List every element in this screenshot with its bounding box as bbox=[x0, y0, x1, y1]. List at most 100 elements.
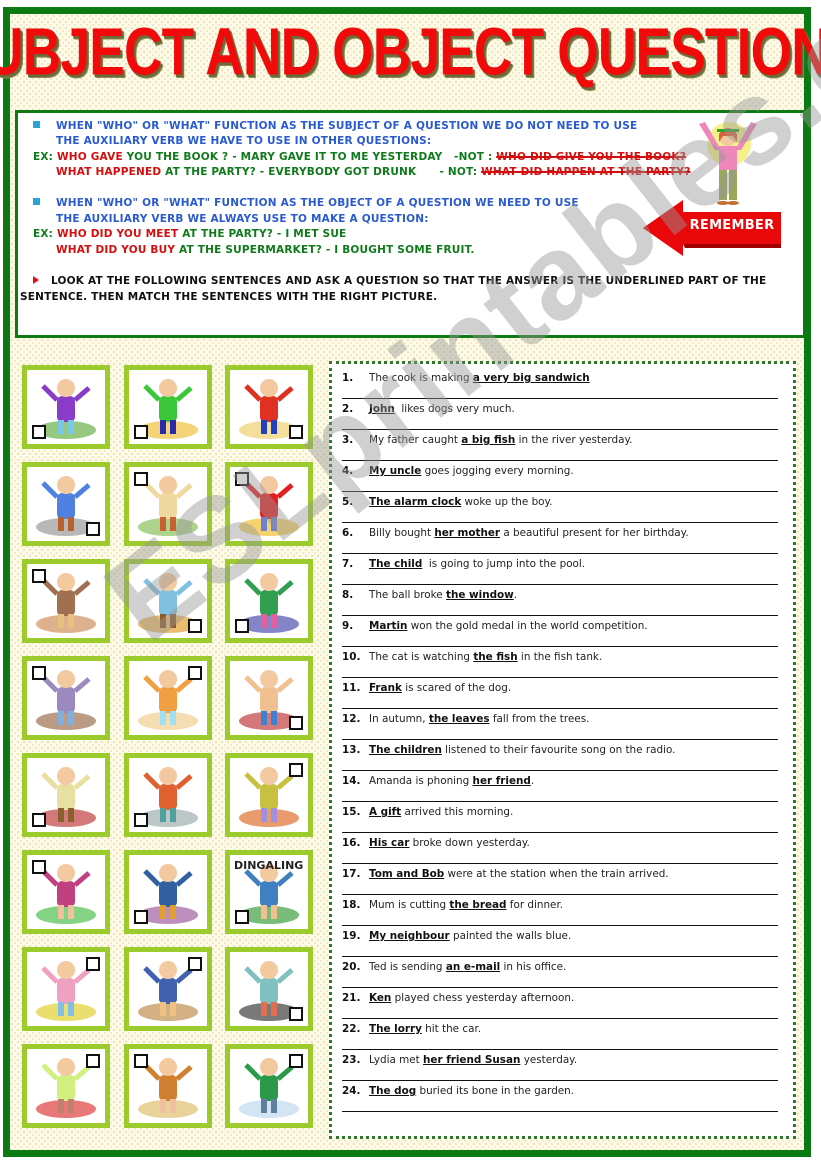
picture-girl-phoning bbox=[22, 1044, 110, 1128]
sentence-number: 23. bbox=[342, 1054, 361, 1066]
picture-cutting-bread bbox=[124, 1044, 212, 1128]
wrong-example: WHAT DID HAPPEN AT THE PARTY? bbox=[481, 166, 691, 178]
sentence-underlined: A gift bbox=[369, 806, 402, 818]
match-checkbox[interactable] bbox=[235, 619, 249, 633]
sentence-number: 1. bbox=[342, 372, 354, 384]
sentence-text: Billy bought her mother a beautiful pres… bbox=[369, 527, 689, 539]
match-checkbox[interactable] bbox=[32, 860, 46, 874]
sentence-item: 17. Tom and Bob were at the station when … bbox=[342, 864, 778, 895]
match-checkbox[interactable] bbox=[289, 763, 303, 777]
picture-dog-buries-bone bbox=[22, 559, 110, 643]
sentence-underlined: a very big sandwich bbox=[472, 372, 590, 384]
sentence-text: The cat is watching the fish in the fish… bbox=[369, 651, 602, 663]
sentence-text: Martin won the gold medal in the world c… bbox=[369, 620, 648, 632]
sentence-text: The alarm clock woke up the boy. bbox=[369, 496, 553, 508]
picture-cat-fish-tank bbox=[124, 656, 212, 740]
match-checkbox[interactable] bbox=[134, 1054, 148, 1068]
sentence-text: Lydia met her friend Susan yesterday. bbox=[369, 1054, 577, 1066]
match-checkbox[interactable] bbox=[289, 425, 303, 439]
example-prefix: EX: bbox=[33, 228, 57, 240]
object-rule-text: WHEN "WHO" OR "WHAT" FUNCTION AS THE OBJ… bbox=[56, 197, 579, 209]
sentence-post: a beautiful present for her birthday. bbox=[500, 527, 689, 539]
example-answer: AT THE SUPERMARKET? - I BOUGHT SOME FRUI… bbox=[175, 244, 475, 256]
subject-rule-line-2: THE AUXILIARY VERB WE HAVE TO USE IN OTH… bbox=[56, 135, 432, 147]
sentence-item: 20. Ted is sending an e-mail in his offic… bbox=[342, 957, 778, 988]
sentence-number: 9. bbox=[342, 620, 354, 632]
object-example-1: EX: WHO DID YOU MEET AT THE PARTY? - I M… bbox=[33, 228, 346, 240]
sentence-text: Ted is sending an e-mail in his office. bbox=[369, 961, 566, 973]
sentence-text: Frank is scared of the dog. bbox=[369, 682, 511, 694]
sentence-post: arrived this morning. bbox=[401, 806, 514, 818]
match-checkbox[interactable] bbox=[134, 425, 148, 439]
sentence-underlined: an e-mail bbox=[445, 961, 501, 973]
sentence-item: 6. Billy bought her mother a beautiful pr… bbox=[342, 523, 778, 554]
sentence-post: goes jogging every morning. bbox=[421, 465, 574, 477]
sentence-pre: Amanda is phoning bbox=[369, 775, 473, 787]
picture-lorry-hits-car bbox=[225, 462, 313, 546]
picture-mother-present bbox=[22, 850, 110, 934]
sentence-underlined: the fish bbox=[473, 651, 518, 663]
svg-text:DINGALING LI: DINGALING LI bbox=[234, 859, 308, 872]
sentence-text: The child is going to jump into the pool… bbox=[369, 558, 585, 570]
match-checkbox[interactable] bbox=[289, 1054, 303, 1068]
match-checkbox[interactable] bbox=[235, 910, 249, 924]
sentence-post: in the fish tank. bbox=[517, 651, 603, 663]
sentence-pre: Lydia met bbox=[369, 1054, 424, 1066]
sentence-text: In autumn, the leaves fall from the tree… bbox=[369, 713, 589, 725]
match-checkbox[interactable] bbox=[188, 619, 202, 633]
sentence-item: 11. Frank is scared of the dog. bbox=[342, 678, 778, 709]
answer-line[interactable] bbox=[342, 1111, 778, 1112]
sentence-number: 20. bbox=[342, 961, 361, 973]
example-question-highlight: WHO DID YOU MEET bbox=[56, 228, 179, 240]
sentence-post: yesterday. bbox=[520, 1054, 578, 1066]
match-checkbox[interactable] bbox=[86, 522, 100, 536]
sentence-number: 8. bbox=[342, 589, 354, 601]
sentence-pre: My father caught bbox=[369, 434, 462, 446]
sentence-underlined: His car bbox=[369, 837, 410, 849]
sentence-text: The dog buried its bone in the garden. bbox=[369, 1085, 574, 1097]
sentence-pre: The ball broke bbox=[369, 589, 447, 601]
match-checkbox[interactable] bbox=[32, 813, 46, 827]
picture-broken-car bbox=[225, 559, 313, 643]
sentence-item: 3. My father caught a big fish in the riv… bbox=[342, 430, 778, 461]
match-checkbox[interactable] bbox=[86, 957, 100, 971]
sentence-text: My neighbour painted the walls blue. bbox=[369, 930, 571, 942]
match-checkbox[interactable] bbox=[188, 957, 202, 971]
sentence-item: 23. Lydia met her friend Susan yesterday. bbox=[342, 1050, 778, 1081]
match-checkbox[interactable] bbox=[32, 569, 46, 583]
match-checkbox[interactable] bbox=[32, 666, 46, 680]
match-checkbox[interactable] bbox=[235, 472, 249, 486]
sentence-number: 4. bbox=[342, 465, 354, 477]
sentence-underlined: the leaves bbox=[428, 713, 490, 725]
sentence-underlined: Martin bbox=[369, 620, 408, 632]
match-checkbox[interactable] bbox=[134, 813, 148, 827]
sentence-post: hit the car. bbox=[421, 1023, 482, 1035]
match-checkbox[interactable] bbox=[86, 1054, 100, 1068]
remember-label: REMEMBER bbox=[689, 217, 775, 233]
sentence-pre: Ted is sending bbox=[369, 961, 446, 973]
match-checkbox[interactable] bbox=[289, 1007, 303, 1021]
picture-mailbox-gift bbox=[22, 753, 110, 837]
match-checkbox[interactable] bbox=[134, 472, 148, 486]
sentence-text: His car broke down yesterday. bbox=[369, 837, 530, 849]
sentence-pre: The cat is watching bbox=[369, 651, 474, 663]
sentence-underlined: the window bbox=[446, 589, 514, 601]
picture-chess-players bbox=[225, 947, 313, 1031]
sentence-post: in his office. bbox=[500, 961, 567, 973]
sentence-post: is going to jump into the pool. bbox=[422, 558, 586, 570]
match-checkbox[interactable] bbox=[32, 425, 46, 439]
picture-boy-jogging-dog bbox=[124, 947, 212, 1031]
match-checkbox[interactable] bbox=[289, 716, 303, 730]
page-title: SUBJECT AND OBJECT QUESTIONS bbox=[0, 14, 821, 90]
not-label: -NOT : bbox=[442, 151, 497, 163]
match-checkbox[interactable] bbox=[134, 910, 148, 924]
sentence-number: 5. bbox=[342, 496, 354, 508]
sentence-post: . bbox=[530, 775, 535, 787]
match-checkbox[interactable] bbox=[188, 666, 202, 680]
sentence-text: Tom and Bob were at the station when the… bbox=[369, 868, 669, 880]
sentence-item: 1. The cook is making a very big sandwich bbox=[342, 368, 778, 399]
sentence-number: 17. bbox=[342, 868, 361, 880]
sentences-box: 1. The cook is making a very big sandwich… bbox=[329, 361, 796, 1139]
sentence-number: 19. bbox=[342, 930, 361, 942]
sentence-underlined: the bread bbox=[449, 899, 507, 911]
